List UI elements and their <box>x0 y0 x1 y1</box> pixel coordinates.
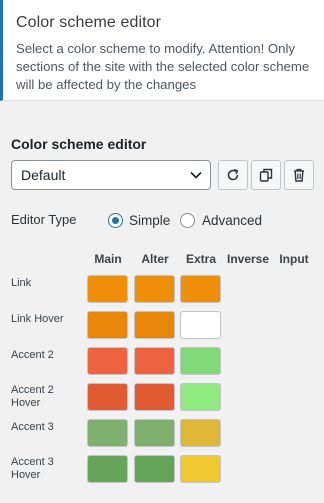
row-label-accent-2: Accent 2 <box>11 349 54 361</box>
panel-description: Select a color scheme to modify. Attenti… <box>16 41 310 92</box>
swatch-link-hover-extra[interactable] <box>180 311 221 339</box>
panel-title: Color scheme editor <box>16 14 162 31</box>
copy-scheme-button[interactable] <box>251 160 281 190</box>
editor-type-simple-radio[interactable] <box>108 213 123 228</box>
row-label-accent-3-hover: Accent 3 Hover <box>11 456 54 481</box>
swatch-link-main[interactable] <box>87 275 128 303</box>
swatch-link-alter[interactable] <box>134 275 175 303</box>
swatch-accent-2-hover-alter[interactable] <box>134 383 175 411</box>
column-header-extra: Extra <box>185 252 217 266</box>
swatch-accent-2-main[interactable] <box>87 347 128 375</box>
editor-type-label: Editor Type <box>11 212 77 227</box>
section-title: Color scheme editor <box>11 136 147 152</box>
swatch-accent-2-hover-main[interactable] <box>87 383 128 411</box>
delete-scheme-button[interactable] <box>284 160 314 190</box>
scheme-select[interactable]: Default <box>11 160 211 190</box>
row-label-accent-3: Accent 3 <box>11 421 54 433</box>
column-header-alter: Alter <box>141 252 169 266</box>
swatch-link-hover-alter[interactable] <box>134 311 175 339</box>
swatch-accent-2-alter[interactable] <box>134 347 175 375</box>
row-label-link: Link <box>11 277 32 289</box>
swatch-link-hover-main[interactable] <box>87 311 128 339</box>
swatch-accent-3-alter[interactable] <box>134 419 175 447</box>
refresh-icon <box>227 168 239 181</box>
swatch-accent-3-extra[interactable] <box>180 419 221 447</box>
swatch-accent-2-hover-extra[interactable] <box>180 383 221 411</box>
copy-icon <box>259 168 273 182</box>
column-header-input: Input <box>279 252 309 266</box>
trash-icon <box>294 168 304 182</box>
swatch-accent-3-hover-extra[interactable] <box>180 455 221 483</box>
panel-header: Color scheme editor Select a color schem… <box>0 0 324 101</box>
chevron-down-icon <box>190 171 202 179</box>
editor-type-simple-label[interactable]: Simple <box>129 213 170 228</box>
swatch-accent-3-hover-alter[interactable] <box>134 455 175 483</box>
reset-scheme-button[interactable] <box>218 160 248 190</box>
swatch-accent-3-main[interactable] <box>87 419 128 447</box>
swatch-accent-2-extra[interactable] <box>180 347 221 375</box>
column-header-inverse: Inverse <box>226 252 270 266</box>
swatch-accent-3-hover-main[interactable] <box>87 455 128 483</box>
column-header-main: Main <box>94 252 122 266</box>
row-label-link-hover: Link Hover <box>11 313 64 325</box>
row-label-accent-2-hover: Accent 2 Hover <box>11 384 54 409</box>
editor-type-advanced-label[interactable]: Advanced <box>202 213 262 228</box>
editor-type-advanced-radio[interactable] <box>180 213 195 228</box>
swatch-link-extra[interactable] <box>180 275 221 303</box>
scheme-select-value: Default <box>21 167 66 183</box>
